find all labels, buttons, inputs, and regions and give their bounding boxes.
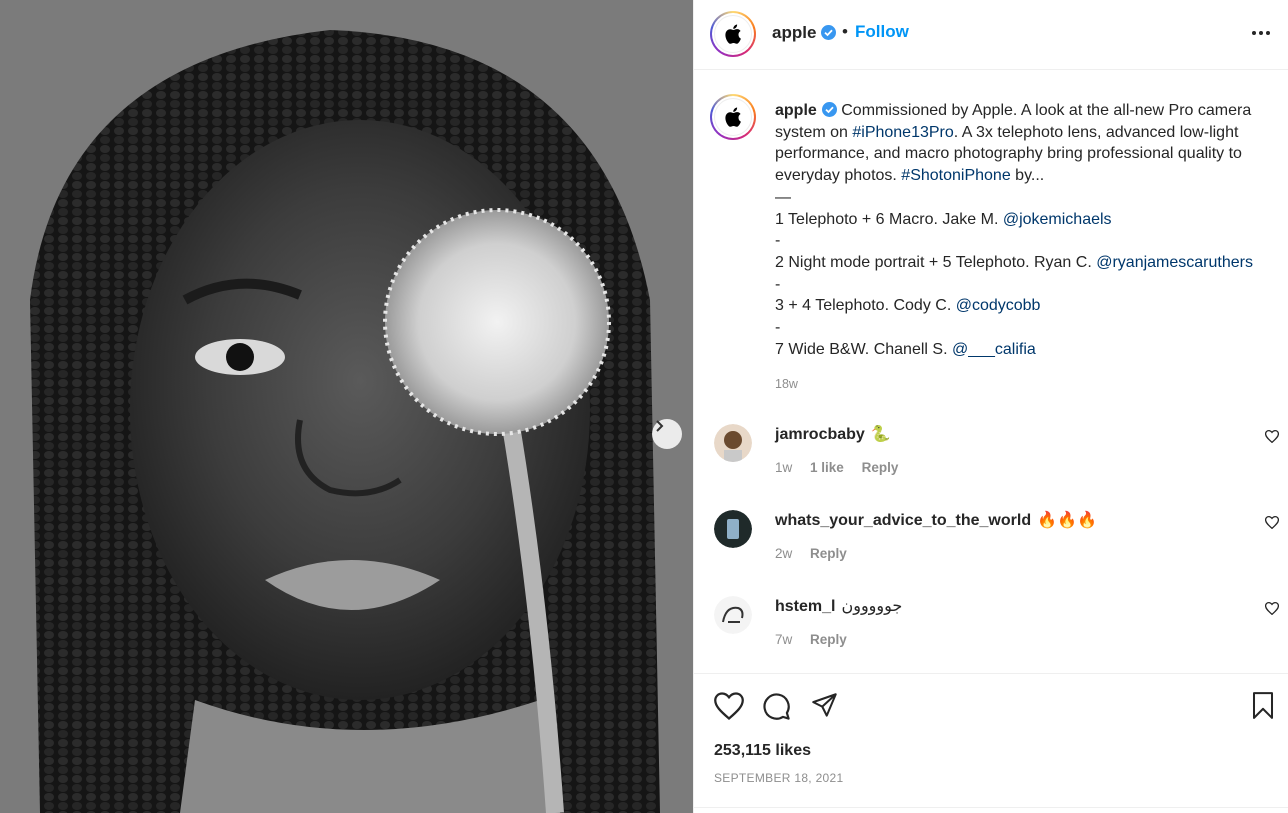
comment-meta: 2w Reply — [775, 546, 861, 561]
comment-avatar[interactable] — [714, 424, 752, 462]
comment-avatar[interactable] — [714, 510, 752, 548]
mention-link[interactable]: @codycobb — [956, 297, 1041, 314]
post-actions: 253,115 likes SEPTEMBER 18, 2021 — [694, 673, 1288, 813]
caption-line: - — [775, 275, 781, 293]
reply-button[interactable]: Reply — [810, 632, 847, 647]
caption-line: 3 + 4 Telephoto. Cody C. @codycobb — [775, 297, 1041, 315]
likes-count[interactable]: 253,115 likes — [714, 742, 811, 760]
separator-dot: • — [842, 22, 848, 41]
hashtag-link[interactable]: #ShotoniPhone — [901, 167, 1010, 184]
comment-meta: 7w Reply — [775, 632, 861, 647]
heart-icon[interactable] — [1265, 516, 1279, 529]
post-header: apple • Follow — [694, 0, 1288, 70]
bookmark-icon[interactable] — [1251, 692, 1275, 719]
reply-button[interactable]: Reply — [810, 546, 847, 561]
comment-meta: 1w 1 like Reply — [775, 460, 912, 475]
share-icon[interactable] — [811, 692, 838, 719]
caption-part: by... — [1010, 167, 1045, 185]
like-heart-icon[interactable] — [714, 692, 744, 720]
apple-logo-icon — [725, 107, 741, 127]
comment-time: 1w — [775, 460, 793, 475]
comment-username[interactable]: jamrocbaby 🐍 — [775, 424, 891, 444]
comment-item: whats_your_advice_to_the_world 🔥🔥🔥 2w Rep… — [694, 510, 1288, 596]
comment-text: 🐍 — [870, 426, 891, 443]
hashtag-link[interactable]: #iPhone13Pro — [852, 124, 953, 141]
post-image — [0, 0, 693, 813]
comment-icon[interactable] — [762, 692, 791, 721]
more-icon[interactable] — [1251, 30, 1271, 36]
comment-text: جووووون — [841, 598, 903, 615]
caption-author-avatar[interactable] — [710, 94, 756, 140]
comment-text: 🔥🔥🔥 — [1037, 512, 1097, 529]
comment-item: hstem_l جووووون 7w Reply — [694, 596, 1288, 682]
caption-username[interactable]: apple — [775, 102, 817, 119]
post-sidebar: apple • Follow apple Commissioned by App… — [693, 0, 1288, 813]
comment-time: 7w — [775, 632, 793, 647]
comment-likes[interactable]: 1 like — [810, 460, 844, 475]
caption-age: 18w — [775, 377, 798, 391]
chevron-right-icon — [656, 420, 664, 432]
caption-line: 2 Night mode portrait + 5 Telephoto. Rya… — [775, 253, 1253, 271]
comment-item: jamrocbaby 🐍 1w 1 like Reply — [694, 424, 1288, 510]
follow-button[interactable]: Follow — [855, 22, 909, 42]
mention-link[interactable]: @___califia — [952, 341, 1036, 358]
caption-line: 7 Wide B&W. Chanell S. @___califia — [775, 340, 1036, 358]
next-image-button[interactable] — [652, 419, 682, 449]
post-date: SEPTEMBER 18, 2021 — [714, 771, 844, 785]
mention-link[interactable]: @ryanjamescaruthers — [1096, 254, 1253, 271]
caption-line: - — [775, 319, 781, 337]
comment-time: 2w — [775, 546, 793, 561]
caption-line: — — [775, 188, 791, 206]
author-username[interactable]: apple — [772, 23, 837, 43]
verified-icon — [821, 102, 837, 117]
divider — [694, 807, 1288, 808]
comment-username[interactable]: hstem_l جووووون — [775, 596, 902, 616]
verified-icon — [821, 25, 837, 40]
comment-avatar[interactable] — [714, 596, 752, 634]
caption-line: 1 Telephoto + 6 Macro. Jake M. @jokemich… — [775, 210, 1112, 228]
heart-icon[interactable] — [1265, 430, 1279, 443]
reply-button[interactable]: Reply — [862, 460, 899, 475]
author-avatar[interactable] — [710, 11, 756, 57]
caption-text: apple Commissioned by Apple. A look at t… — [775, 100, 1280, 360]
portrait-illustration — [0, 0, 693, 813]
apple-logo-icon — [725, 24, 741, 44]
caption-line: - — [775, 232, 781, 250]
heart-icon[interactable] — [1265, 602, 1279, 615]
mention-link[interactable]: @jokemichaels — [1003, 211, 1112, 228]
comment-username[interactable]: whats_your_advice_to_the_world 🔥🔥🔥 — [775, 510, 1097, 530]
